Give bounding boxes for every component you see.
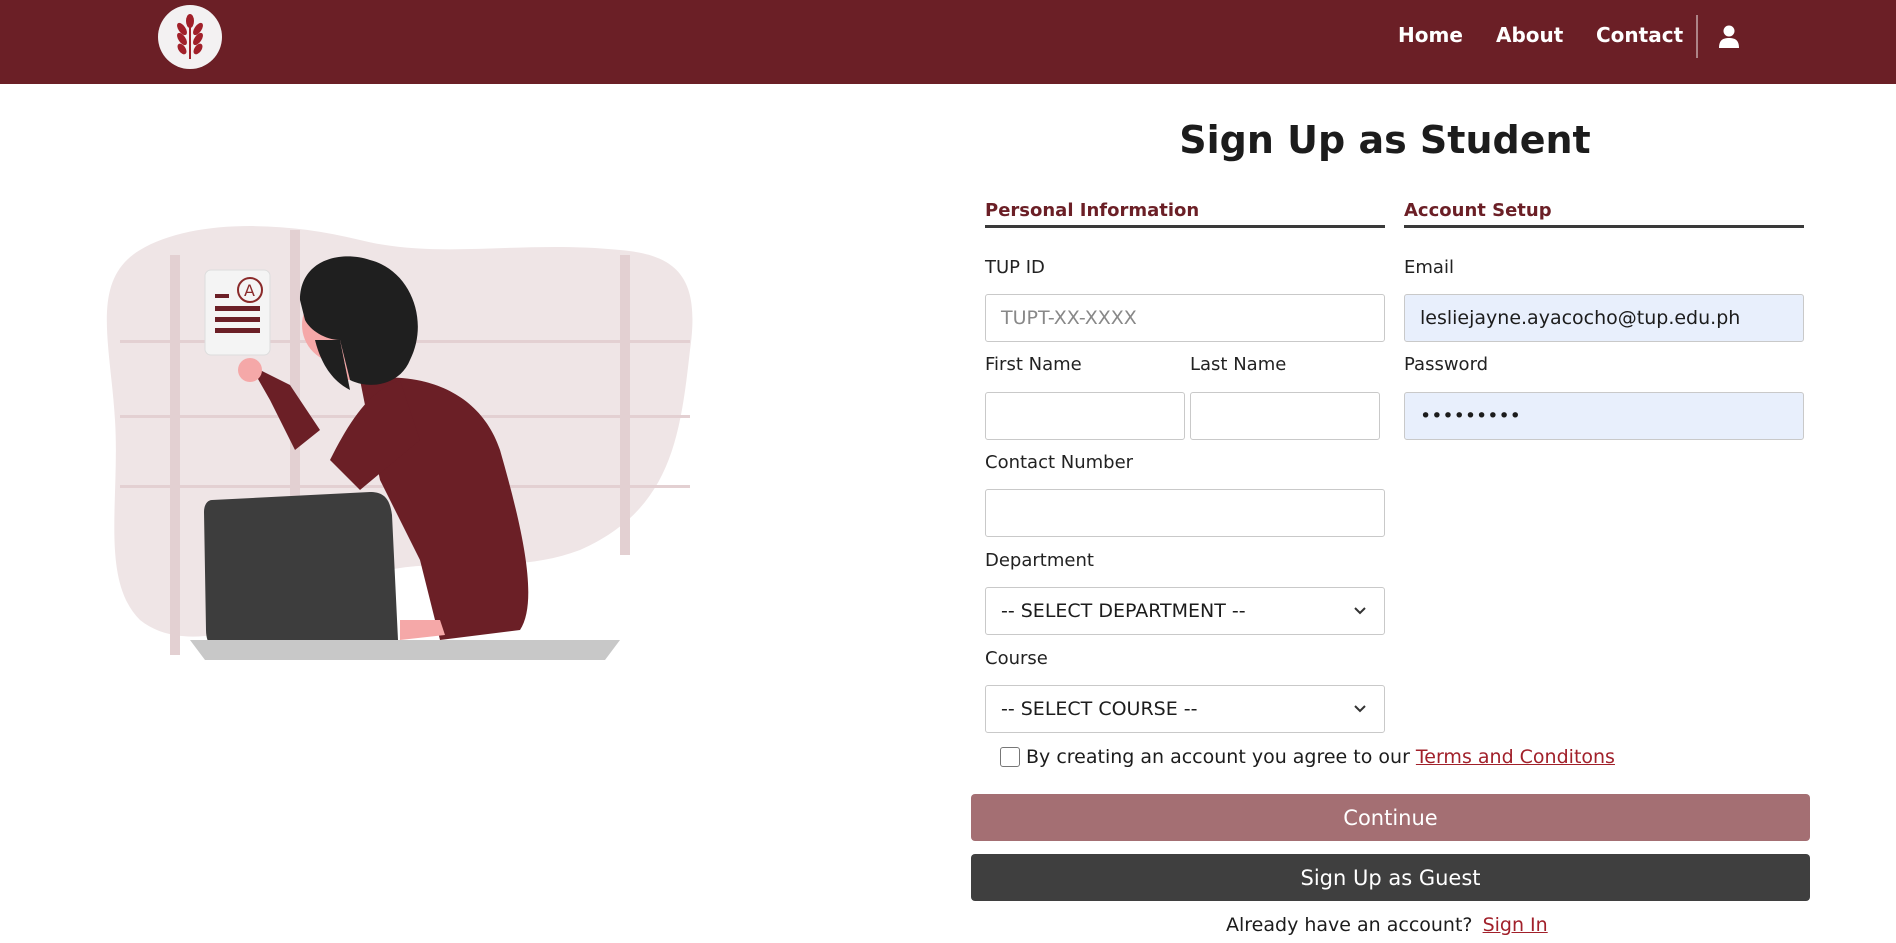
course-select[interactable]: -- SELECT COURSE -- [985,685,1385,733]
continue-button[interactable]: Continue [971,794,1810,841]
last-name-label: Last Name [1190,354,1287,375]
nav-divider [1696,15,1698,58]
terms-link[interactable]: Terms and Conditons [1416,746,1615,768]
nav-about-link[interactable]: About [1496,23,1563,47]
tup-id-label: TUP ID [985,257,1045,278]
password-label: Password [1404,354,1489,375]
course-selected: -- SELECT COURSE -- [1001,698,1198,720]
contact-number-label: Contact Number [985,452,1134,473]
department-selected: -- SELECT DEPARTMENT -- [1001,600,1246,622]
sign-up-guest-button[interactable]: Sign Up as Guest [971,854,1810,901]
department-label: Department [985,550,1094,571]
logo-icon[interactable] [158,5,222,69]
department-select[interactable]: -- SELECT DEPARTMENT -- [985,587,1385,635]
signin-link[interactable]: Sign In [1483,914,1548,936]
terms-checkbox[interactable] [1000,747,1020,767]
last-name-input[interactable] [1190,392,1380,440]
signin-prompt: Already have an account? [1226,914,1473,936]
terms-row: By creating an account you agree to our … [1000,746,1615,768]
password-input[interactable]: ••••••••• [1404,392,1804,440]
first-name-input[interactable] [985,392,1185,440]
course-label: Course [985,648,1048,669]
first-name-label: First Name [985,354,1082,375]
section-heading-personal: Personal Information [985,200,1385,228]
svg-text:A: A [244,281,255,300]
tup-id-input[interactable]: TUPT-XX-XXXX [985,294,1385,342]
email-input[interactable]: lesliejayne.ayacocho@tup.edu.ph [1404,294,1804,342]
chevron-down-icon [1354,607,1366,615]
section-heading-account: Account Setup [1404,200,1804,228]
student-illustration: A [100,220,780,690]
nav-contact-link[interactable]: Contact [1596,23,1683,47]
email-label: Email [1404,257,1454,278]
nav-home-link[interactable]: Home [1398,23,1463,47]
terms-text: By creating an account you agree to our [1026,746,1410,768]
page-title: Sign Up as Student [1179,118,1591,162]
top-navbar: Home About Contact [0,0,1896,84]
user-icon[interactable] [1718,24,1740,48]
chevron-down-icon [1354,705,1366,713]
signin-row: Already have an account? Sign In [1226,914,1548,936]
contact-number-input[interactable] [985,489,1385,537]
